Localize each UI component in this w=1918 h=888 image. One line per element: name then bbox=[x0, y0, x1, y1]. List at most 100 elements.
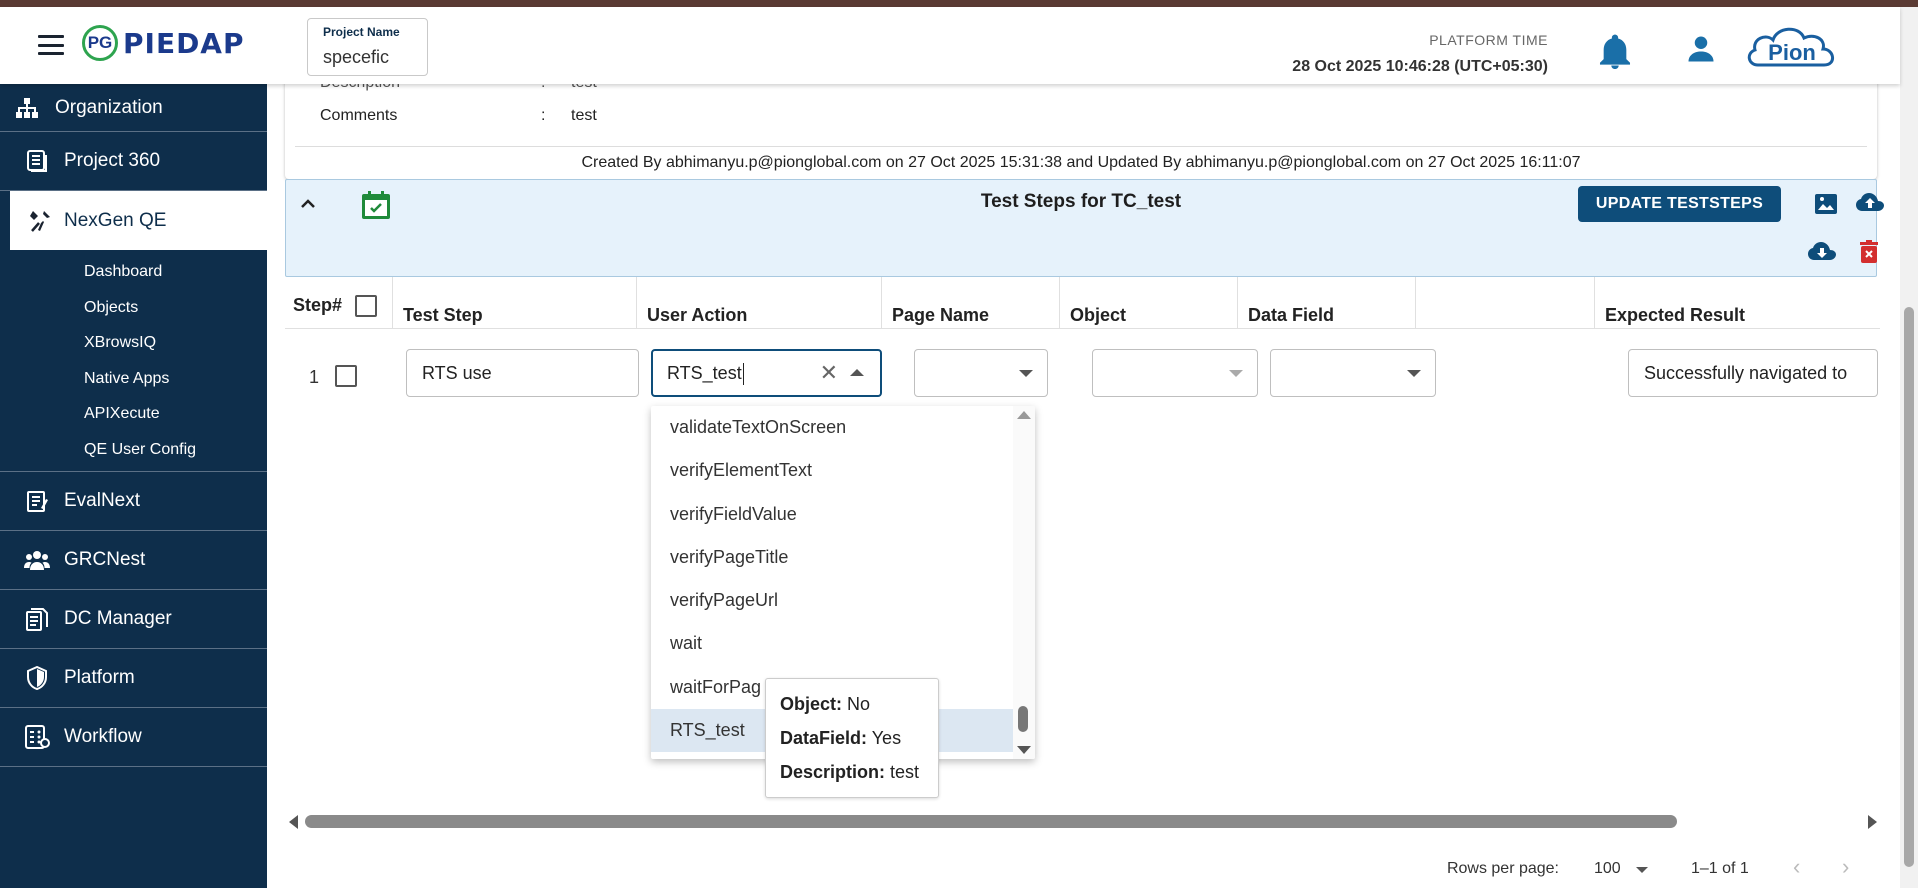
sidebar-subitem-qe-user-config[interactable]: QE User Config bbox=[0, 432, 267, 468]
column-step-label: Step# bbox=[293, 295, 343, 315]
dropdown-option[interactable]: verifyFieldValue bbox=[651, 493, 1035, 536]
chevron-down-icon[interactable] bbox=[1636, 867, 1648, 873]
project-name-field[interactable]: Project Name specefic bbox=[307, 18, 428, 76]
chevron-up-icon[interactable] bbox=[850, 369, 864, 376]
sidebar-item-label: DC Manager bbox=[64, 608, 172, 629]
scroll-left-arrow-icon[interactable] bbox=[289, 815, 298, 829]
select-all-checkbox[interactable] bbox=[355, 295, 378, 318]
sidebar-subitem-apixecute[interactable]: APIXecute bbox=[0, 396, 267, 432]
tooltip-description-value: test bbox=[890, 762, 920, 782]
platform-time-value: 28 Oct 2025 10:46:28 (UTC+05:30) bbox=[1292, 58, 1548, 75]
next-page-icon[interactable]: › bbox=[1842, 854, 1849, 880]
column-blank bbox=[1416, 277, 1595, 329]
scrollbar-thumb[interactable] bbox=[305, 815, 1677, 828]
cloud-upload-icon[interactable] bbox=[1856, 192, 1884, 219]
column-expected-result[interactable]: Expected Result bbox=[1595, 277, 1880, 329]
table-header: Step# Test Step User Action Page Name Ob… bbox=[285, 277, 1880, 329]
window-scrollbar-thumb[interactable] bbox=[1904, 307, 1914, 867]
user-action-select[interactable]: RTS_test ✕ bbox=[651, 349, 882, 397]
column-object[interactable]: Object bbox=[1060, 277, 1238, 329]
scroll-down-arrow-icon[interactable] bbox=[1017, 746, 1031, 754]
horizontal-scrollbar[interactable] bbox=[285, 811, 1881, 831]
image-icon[interactable] bbox=[1814, 193, 1838, 220]
sidebar-item-label: Project 360 bbox=[64, 150, 161, 171]
sidebar-subitem-xbrowsiq[interactable]: XBrowsIQ bbox=[0, 325, 267, 361]
dropdown-scrollbar[interactable] bbox=[1013, 406, 1035, 759]
sidebar-item-label: NexGen QE bbox=[64, 209, 167, 231]
test-steps-header: Test Steps for TC_test UPDATE TESTSTEPS bbox=[285, 179, 1884, 277]
tooltip-object-value: No bbox=[847, 694, 871, 714]
rows-per-page-select[interactable]: 100 bbox=[1594, 860, 1621, 878]
tooltip-object-label: Object: bbox=[780, 694, 843, 714]
notification-bell-icon[interactable] bbox=[1598, 33, 1632, 76]
dropdown-option[interactable]: wait bbox=[651, 622, 1035, 665]
update-teststeps-button[interactable]: UPDATE TESTSTEPS bbox=[1578, 186, 1781, 222]
delete-icon[interactable] bbox=[1860, 240, 1878, 269]
dropdown-option[interactable]: verifyElementText bbox=[651, 449, 1035, 492]
chevron-down-icon[interactable] bbox=[1019, 370, 1033, 377]
app-name: PIEDAP bbox=[123, 26, 245, 60]
sidebar-item-project-360[interactable]: Project 360 bbox=[0, 132, 267, 191]
tooltip-datafield-label: DataField: bbox=[780, 728, 868, 748]
user-profile-icon[interactable] bbox=[1686, 33, 1716, 70]
sidebar-subitem-objects[interactable]: Objects bbox=[0, 290, 267, 326]
object-select[interactable] bbox=[1092, 349, 1258, 397]
sidebar-item-label: GRCNest bbox=[64, 549, 146, 570]
tooltip-datafield-row: DataField: Yes bbox=[780, 723, 924, 757]
sidebar-item-evalnext[interactable]: EvalNext bbox=[0, 472, 267, 531]
dropdown-option[interactable]: validateTextOnScreen bbox=[651, 406, 1035, 449]
comments-label: Comments bbox=[320, 107, 398, 124]
column-test-step[interactable]: Test Step bbox=[393, 277, 637, 329]
app-logo[interactable]: PG PIEDAP bbox=[82, 25, 245, 61]
sidebar-item-workflow[interactable]: Workflow bbox=[0, 708, 267, 767]
sidebar-subitem-dashboard[interactable]: Dashboard bbox=[0, 254, 267, 290]
row-checkbox[interactable] bbox=[335, 365, 357, 387]
sidebar-subitem-native-apps[interactable]: Native Apps bbox=[0, 361, 267, 397]
top-border bbox=[0, 0, 1918, 7]
tooltip-description-label: Description: bbox=[780, 762, 886, 782]
sidebar-item-label: Platform bbox=[64, 667, 135, 688]
tooltip-datafield-value: Yes bbox=[871, 728, 902, 748]
option-tooltip: Object: No DataField: Yes Description: t… bbox=[765, 678, 939, 798]
comments-value: test bbox=[571, 107, 597, 124]
tooltip-object-row: Object: No bbox=[780, 689, 924, 723]
previous-page-icon[interactable]: ‹ bbox=[1793, 854, 1800, 880]
chevron-down-icon[interactable] bbox=[1407, 370, 1421, 377]
sidebar-item-label: EvalNext bbox=[64, 490, 141, 511]
expected-result-input[interactable]: Successfully navigated to bbox=[1628, 349, 1878, 397]
colon: : bbox=[541, 107, 546, 124]
column-page-name[interactable]: Page Name bbox=[882, 277, 1060, 329]
people-group-icon bbox=[24, 547, 50, 573]
dropdown-option[interactable]: verifyPageUrl bbox=[651, 579, 1035, 622]
window-scrollbar[interactable] bbox=[1900, 7, 1918, 888]
scroll-up-arrow-icon[interactable] bbox=[1017, 411, 1031, 419]
column-user-action[interactable]: User Action bbox=[637, 277, 882, 329]
documents-icon bbox=[24, 606, 50, 632]
sidebar-item-platform[interactable]: Platform bbox=[0, 649, 267, 708]
project-name-label: Project Name bbox=[323, 25, 400, 39]
column-data-field[interactable]: Data Field bbox=[1238, 277, 1416, 329]
test-case-info-card: Description:test Comments:test Created B… bbox=[285, 74, 1877, 179]
sidebar-item-label: Organization bbox=[55, 96, 163, 118]
clipboard-icon bbox=[24, 488, 50, 514]
test-step-input[interactable]: RTS use bbox=[406, 349, 639, 397]
clear-icon[interactable]: ✕ bbox=[820, 362, 838, 384]
table-row: 1 RTS use RTS_test ✕ Successfully naviga… bbox=[285, 329, 1880, 419]
cloud-download-icon[interactable] bbox=[1808, 241, 1836, 268]
sidebar-item-grcnest[interactable]: GRCNest bbox=[0, 531, 267, 590]
page-name-select[interactable] bbox=[914, 349, 1048, 397]
sidebar-item-nexgen-qe[interactable]: NexGen QE bbox=[10, 191, 267, 250]
scroll-right-arrow-icon[interactable] bbox=[1868, 815, 1877, 829]
org-chart-icon bbox=[14, 95, 40, 121]
menu-icon[interactable] bbox=[38, 35, 64, 55]
nexgen-qe-submenu: Dashboard Objects XBrowsIQ Native Apps A… bbox=[0, 250, 267, 472]
pion-logo-text: Pion bbox=[1768, 40, 1816, 65]
chevron-down-icon[interactable] bbox=[1229, 370, 1243, 377]
data-field-select[interactable] bbox=[1270, 349, 1436, 397]
pagination-range: 1–1 of 1 bbox=[1691, 860, 1749, 877]
dropdown-option[interactable]: verifyPageTitle bbox=[651, 536, 1035, 579]
sidebar-item-dc-manager[interactable]: DC Manager bbox=[0, 590, 267, 649]
dropdown-scrollbar-thumb[interactable] bbox=[1018, 706, 1028, 732]
sidebar-item-organization[interactable]: Organization bbox=[0, 84, 267, 132]
text-cursor bbox=[742, 363, 744, 386]
